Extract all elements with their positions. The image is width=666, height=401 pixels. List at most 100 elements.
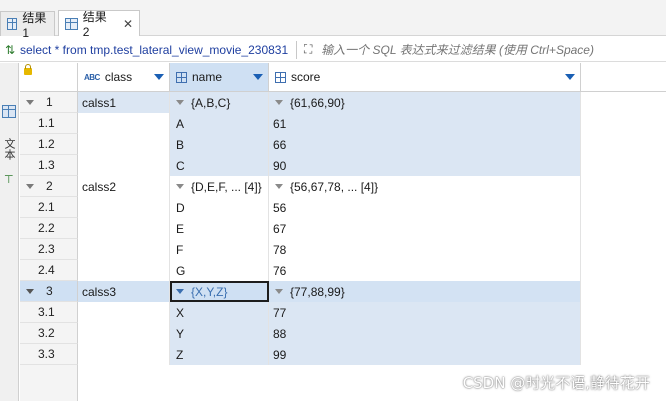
cell-name[interactable]: E (170, 218, 269, 239)
table-row[interactable]: 3 calss3 {X,Y,Z} {77,88,99} (20, 281, 666, 302)
cell-score[interactable]: 90 (269, 155, 581, 176)
row-number[interactable]: 2.1 (20, 197, 78, 218)
cell-name[interactable]: A (170, 113, 269, 134)
row-number[interactable]: 2 (20, 176, 78, 197)
cell-name[interactable]: {D,E,F, ... [4]} (170, 176, 269, 197)
cell-name[interactable]: X (170, 302, 269, 323)
collapse-icon[interactable] (275, 100, 283, 105)
column-header-class[interactable]: ABC class (78, 63, 170, 92)
cell-score[interactable]: {77,88,99} (269, 281, 581, 302)
table-row[interactable]: 2.2 E 67 (20, 218, 666, 239)
cell-score[interactable]: {56,67,78, ... [4]} (269, 176, 581, 197)
cell-score[interactable]: 67 (269, 218, 581, 239)
sort-arrow-icon[interactable] (154, 74, 164, 80)
column-header-label: score (291, 70, 321, 84)
cell-class[interactable] (78, 302, 170, 323)
cell-score[interactable]: 56 (269, 197, 581, 218)
collapse-icon[interactable] (26, 99, 34, 105)
tab-result-1-label: 结果 1 (22, 10, 47, 40)
row-number[interactable]: 1 (20, 92, 78, 113)
filter-bar: ⇅ select * from tmp.test_lateral_view_mo… (0, 38, 666, 62)
cell-class[interactable] (78, 155, 170, 176)
cell-name[interactable]: Z (170, 344, 269, 365)
sql-filter-icon: ⇅ (4, 42, 16, 57)
cell-name[interactable]: G (170, 260, 269, 281)
close-icon[interactable]: ✕ (123, 17, 133, 31)
table-row[interactable]: 3.3 Z 99 (20, 344, 666, 365)
collapse-icon[interactable] (275, 289, 283, 294)
collapse-icon[interactable] (176, 289, 184, 294)
table-row[interactable]: 1.1 A 61 (20, 113, 666, 134)
cell-class[interactable] (78, 218, 170, 239)
table-row[interactable]: 1.2 B 66 (20, 134, 666, 155)
cell-score[interactable]: 88 (269, 323, 581, 344)
tab-result-1[interactable]: 结果 1 (0, 11, 55, 40)
collapse-icon[interactable] (26, 183, 34, 189)
side-tab-text[interactable]: 文本 (2, 138, 17, 160)
column-header-label: class (104, 70, 133, 84)
cell-class[interactable] (78, 134, 170, 155)
cell-score[interactable]: 61 (269, 113, 581, 134)
table-row[interactable]: 2.3 F 78 (20, 239, 666, 260)
collapse-icon[interactable] (26, 288, 34, 294)
collapse-icon[interactable] (176, 184, 184, 189)
table-row[interactable]: 1.3 C 90 (20, 155, 666, 176)
sort-arrow-icon[interactable] (253, 74, 263, 80)
cell-score[interactable]: 78 (269, 239, 581, 260)
cell-class[interactable] (78, 239, 170, 260)
cell-score[interactable]: 66 (269, 134, 581, 155)
cell-name[interactable]: B (170, 134, 269, 155)
side-view-tabs: 网格 文本 ⊤ (0, 63, 664, 401)
table-row[interactable]: 2 calss2 {D,E,F, ... [4]} {56,67,78, ...… (20, 176, 666, 197)
cell-class[interactable] (78, 323, 170, 344)
cell-class[interactable] (78, 344, 170, 365)
sql-query-text: select * from tmp.test_lateral_view_movi… (20, 42, 289, 57)
column-header-label: name (192, 70, 223, 84)
cell-score[interactable]: 77 (269, 302, 581, 323)
cell-class[interactable] (78, 113, 170, 134)
row-number[interactable]: 1.3 (20, 155, 78, 176)
table-row[interactable]: 1 calss1 {A,B,C} {61,66,90} (20, 92, 666, 113)
row-number[interactable]: 3.2 (20, 323, 78, 344)
expand-icon[interactable]: ⛶ (301, 42, 315, 57)
row-number[interactable]: 3.1 (20, 302, 78, 323)
cell-name[interactable]: {A,B,C} (170, 92, 269, 113)
cell-name[interactable]: Y (170, 323, 269, 344)
table-row[interactable]: 3.1 X 77 (20, 302, 666, 323)
cell-name[interactable]: C (170, 155, 269, 176)
table-row[interactable]: 2.4 G 76 (20, 260, 666, 281)
cell-score[interactable]: 76 (269, 260, 581, 281)
cell-class[interactable] (78, 197, 170, 218)
cell-class[interactable]: calss3 (78, 281, 170, 302)
cell-name[interactable]: {X,Y,Z} (170, 281, 269, 302)
cell-class[interactable]: calss2 (78, 176, 170, 197)
cell-class[interactable] (78, 260, 170, 281)
cell-name[interactable]: F (170, 239, 269, 260)
filter-expression-input[interactable] (321, 42, 642, 57)
column-header-name[interactable]: name (170, 63, 269, 92)
cell-name[interactable]: D (170, 197, 269, 218)
cell-score[interactable]: {61,66,90} (269, 92, 581, 113)
row-number[interactable]: 2.3 (20, 239, 78, 260)
row-number[interactable]: 3.3 (20, 344, 78, 365)
row-number[interactable]: 2.2 (20, 218, 78, 239)
grid-icon (65, 17, 78, 30)
array-type-icon (275, 71, 286, 83)
table-row[interactable]: 3.2 Y 88 (20, 323, 666, 344)
cell-class[interactable]: calss1 (78, 92, 170, 113)
sort-arrow-icon[interactable] (565, 74, 575, 80)
text-view-icon[interactable]: ⊤ (4, 173, 14, 186)
column-header-score[interactable]: score (269, 63, 581, 92)
collapse-icon[interactable] (275, 184, 283, 189)
collapse-icon[interactable] (176, 100, 184, 105)
row-number[interactable]: 1.2 (20, 134, 78, 155)
watermark-text: CSDN @时光不语,静待花开 (462, 374, 650, 392)
row-number[interactable]: 2.4 (20, 260, 78, 281)
row-number[interactable]: 1.1 (20, 113, 78, 134)
tab-result-2[interactable]: 结果 2 ✕ (58, 10, 140, 39)
grid-icon[interactable] (2, 105, 16, 118)
cell-score[interactable]: 99 (269, 344, 581, 365)
row-number[interactable]: 3 (20, 281, 78, 302)
row-number-header (20, 63, 78, 92)
table-row[interactable]: 2.1 D 56 (20, 197, 666, 218)
